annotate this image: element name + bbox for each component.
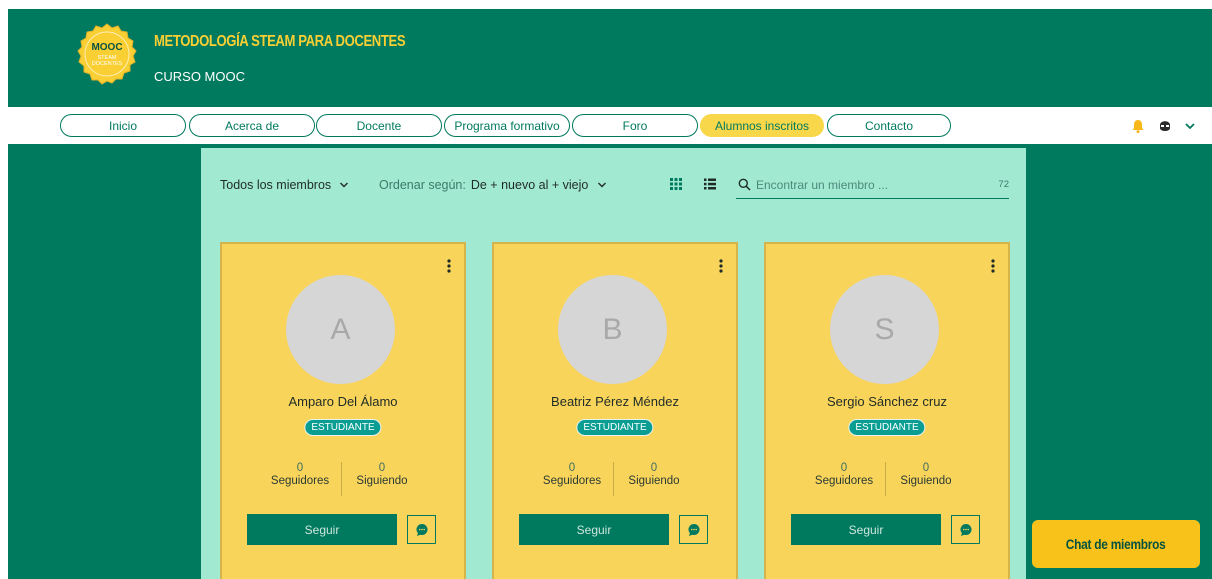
member-search-input[interactable] — [756, 175, 976, 195]
list-view-icon[interactable] — [703, 177, 717, 191]
following-stat[interactable]: 0 Siguiendo — [884, 462, 968, 488]
following-label: Siguiendo — [628, 475, 680, 487]
nav-item-alumnos-inscritos[interactable]: Alumnos inscritos — [700, 114, 824, 137]
members-chat-label: Chat de miembros — [1066, 536, 1166, 552]
member-card[interactable]: A Amparo Del Álamo ESTUDIANTE 0 Seguidore… — [220, 242, 466, 579]
chevron-down-icon — [598, 182, 607, 188]
nav-item-acerca-de[interactable]: Acerca de — [189, 114, 315, 137]
following-stat[interactable]: 0 Siguiendo — [340, 462, 424, 488]
followers-count: 0 — [568, 462, 576, 474]
message-button[interactable] — [951, 515, 980, 544]
member-avatar[interactable]: S — [830, 275, 939, 384]
chat-bubble-icon — [416, 523, 427, 536]
nav-item-programa-formativo[interactable]: Programa formativo — [444, 114, 570, 137]
followers-label: Seguidores — [814, 475, 874, 487]
site-header: MOOC STEAM DOCENTES METODOLOGÍA STEAM PA… — [8, 9, 1212, 107]
nav-item-foro[interactable]: Foro — [572, 114, 698, 137]
nav-item-docente[interactable]: Docente — [316, 114, 442, 137]
site-title[interactable]: METODOLOGÍA STEAM PARA DOCENTES — [154, 33, 406, 51]
member-card[interactable]: B Beatriz Pérez Méndez ESTUDIANTE 0 Segui… — [492, 242, 738, 579]
logo-text-3: DOCENTES — [92, 61, 123, 67]
members-filter-dropdown[interactable]: Todos los miembros — [220, 178, 349, 192]
following-count: 0 — [922, 462, 930, 474]
follow-button[interactable]: Seguir — [791, 514, 941, 545]
sort-value: De + nuevo al + viejo — [470, 178, 589, 192]
member-role-badge: ESTUDIANTE — [848, 419, 926, 436]
followers-label: Seguidores — [270, 475, 330, 487]
chat-bubble-icon — [688, 523, 699, 536]
followers-stat[interactable]: 0 Seguidores — [260, 462, 340, 488]
following-label: Siguiendo — [900, 475, 952, 487]
member-role-badge: ESTUDIANTE — [304, 419, 382, 436]
main-navigation: Inicio Acerca de Docente Programa format… — [8, 107, 1212, 144]
nav-item-inicio[interactable]: Inicio — [60, 114, 186, 137]
followers-count: 0 — [840, 462, 848, 474]
member-role-badge: ESTUDIANTE — [576, 419, 654, 436]
member-name[interactable]: Amparo Del Álamo — [222, 394, 464, 409]
chevron-down-icon[interactable] — [1184, 120, 1196, 132]
sort-prefix: Ordenar según: — [379, 178, 466, 192]
grid-view-icon[interactable] — [669, 177, 683, 191]
follow-button[interactable]: Seguir — [247, 514, 397, 545]
bell-icon[interactable] — [1130, 118, 1146, 134]
member-name[interactable]: Sergio Sánchez cruz — [766, 394, 1008, 409]
member-card[interactable]: S Sergio Sánchez cruz ESTUDIANTE 0 Seguid… — [764, 242, 1010, 579]
member-stats: 0 Seguidores 0 Siguiendo — [494, 462, 736, 496]
more-options-icon[interactable] — [446, 258, 452, 274]
member-search: 72 — [736, 172, 1009, 199]
chat-bubble-icon — [960, 523, 971, 536]
member-avatar[interactable]: B — [558, 275, 667, 384]
followers-stat[interactable]: 0 Seguidores — [804, 462, 884, 488]
logo-text-1: MOOC — [91, 42, 122, 53]
members-chat-button[interactable]: Chat de miembros — [1032, 520, 1200, 568]
members-panel: Todos los miembros Ordenar según: De + n… — [201, 148, 1026, 579]
user-menu — [1130, 115, 1196, 136]
search-icon — [738, 178, 751, 191]
followers-stat[interactable]: 0 Seguidores — [532, 462, 612, 488]
followers-count: 0 — [296, 462, 304, 474]
members-filter-label: Todos los miembros — [220, 178, 332, 192]
follow-button[interactable]: Seguir — [519, 514, 669, 545]
message-button[interactable] — [679, 515, 708, 544]
member-count: 72 — [998, 179, 1009, 190]
member-avatar[interactable]: A — [286, 275, 395, 384]
member-name[interactable]: Beatriz Pérez Méndez — [494, 394, 736, 409]
message-button[interactable] — [407, 515, 436, 544]
sort-dropdown[interactable]: Ordenar según: De + nuevo al + viejo — [379, 178, 607, 192]
site-subtitle: CURSO MOOC — [154, 69, 245, 84]
member-stats: 0 Seguidores 0 Siguiendo — [766, 462, 1008, 496]
following-count: 0 — [378, 462, 386, 474]
member-stats: 0 Seguidores 0 Siguiendo — [222, 462, 464, 496]
following-count: 0 — [650, 462, 658, 474]
followers-label: Seguidores — [542, 475, 602, 487]
following-stat[interactable]: 0 Siguiendo — [612, 462, 696, 488]
nav-item-contacto[interactable]: Contacto — [827, 114, 951, 137]
chevron-down-icon — [340, 182, 349, 188]
mooc-logo[interactable]: MOOC STEAM DOCENTES — [76, 23, 138, 85]
user-avatar-icon[interactable] — [1156, 117, 1174, 135]
more-options-icon[interactable] — [990, 258, 996, 274]
site-frame: MOOC STEAM DOCENTES METODOLOGÍA STEAM PA… — [8, 9, 1212, 579]
more-options-icon[interactable] — [718, 258, 724, 274]
following-label: Siguiendo — [356, 475, 408, 487]
